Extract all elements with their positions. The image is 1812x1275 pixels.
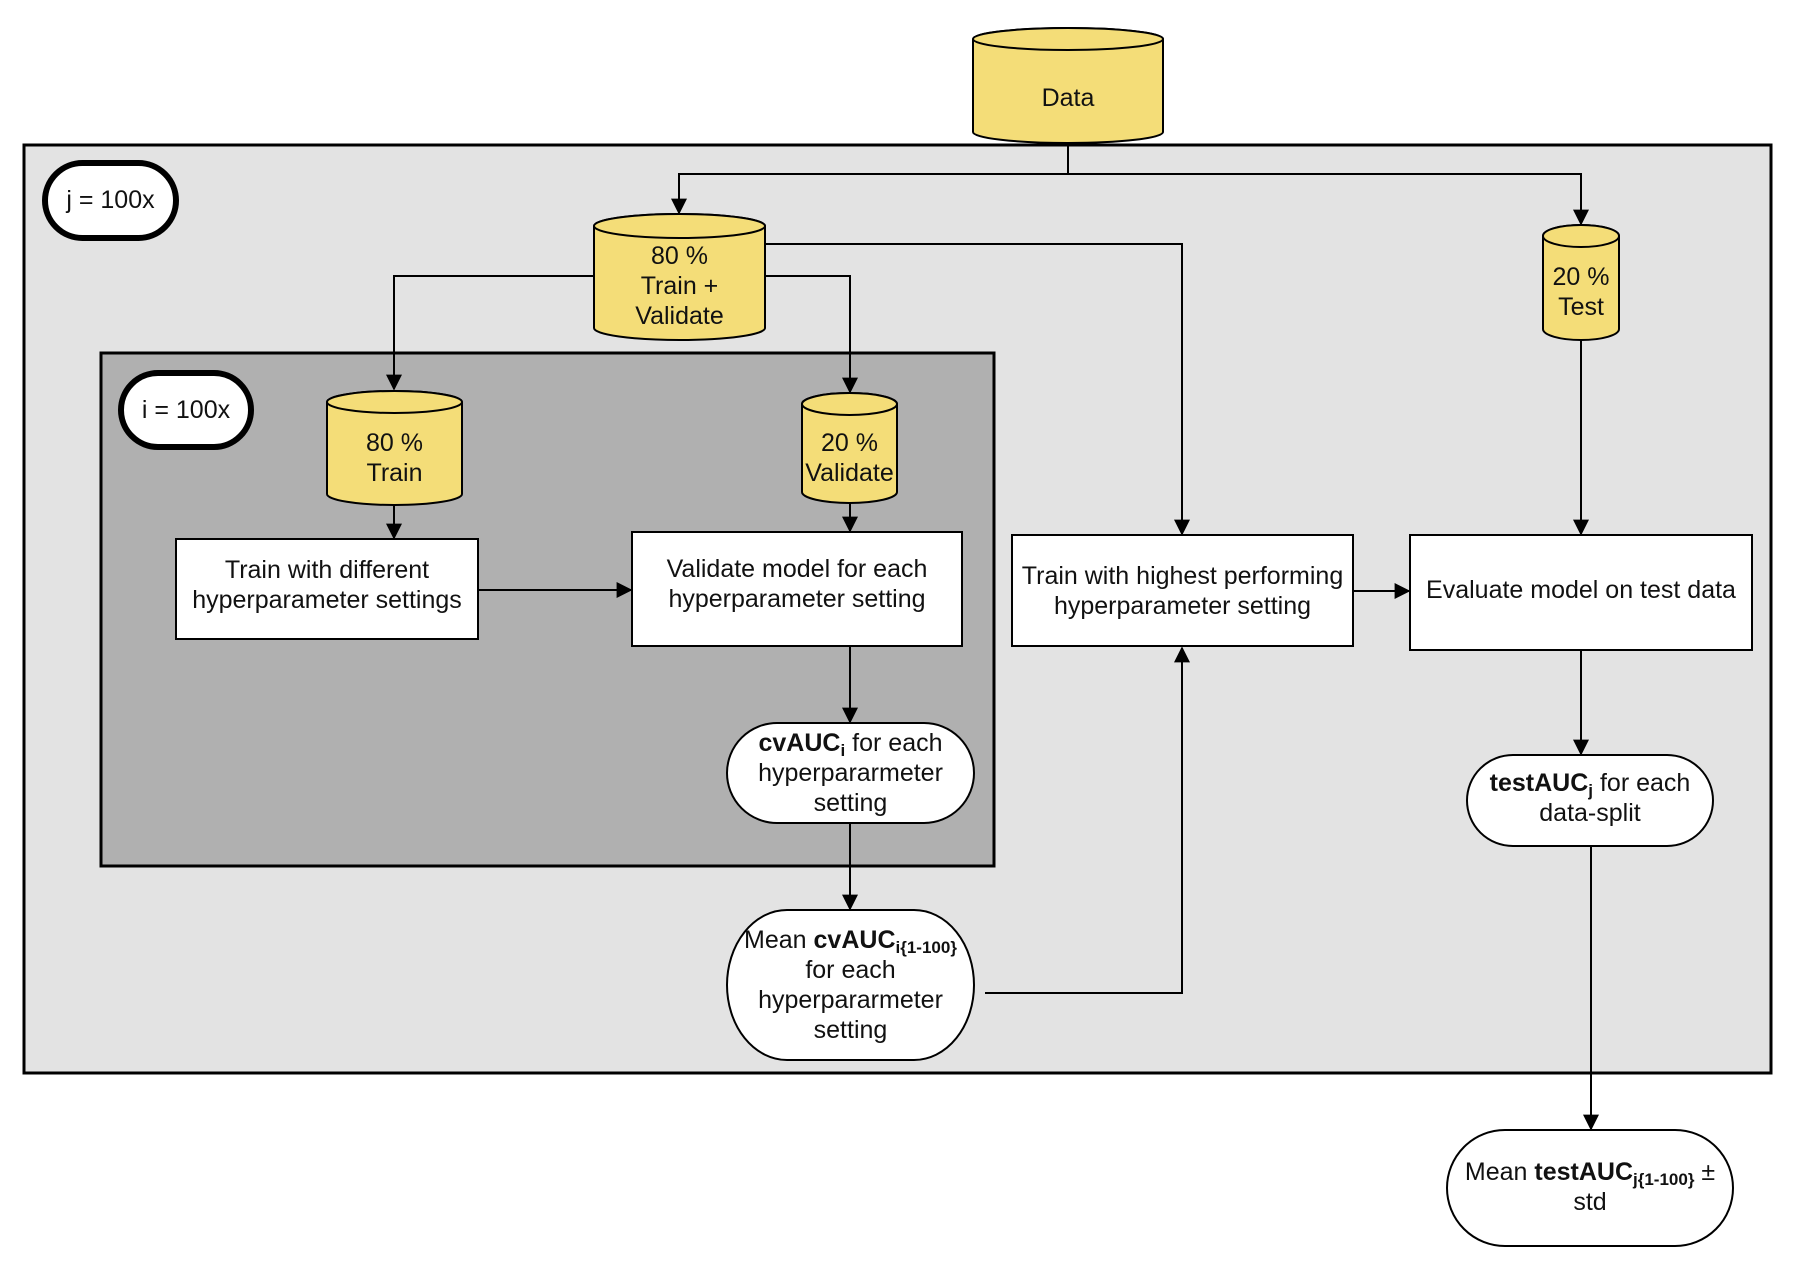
inner-loop-label-text: i = 100x — [141, 395, 231, 424]
train-store-cylinder[interactable] — [326, 390, 463, 506]
inner-loop-label: i = 100x — [118, 370, 254, 450]
cylinder-lid — [801, 392, 898, 416]
outer-loop-label-text: j = 100x — [66, 186, 155, 214]
outer-loop-label: j = 100x — [42, 160, 179, 241]
cylinder-lid — [1542, 224, 1620, 248]
validate-store-cylinder[interactable] — [801, 392, 898, 504]
mean-cv-auc-pill[interactable] — [726, 909, 975, 1061]
test-store-cylinder[interactable] — [1542, 224, 1620, 341]
cylinder-lid — [326, 390, 463, 414]
validate-each-box[interactable] — [631, 531, 963, 647]
evaluate-test-box[interactable] — [1409, 534, 1753, 651]
train-highest-box[interactable] — [1011, 534, 1354, 647]
cylinder-lid — [972, 27, 1164, 51]
train-validate-store-cylinder[interactable] — [593, 213, 766, 341]
mean-test-auc-pill[interactable] — [1446, 1129, 1734, 1247]
test-auc-pill[interactable] — [1466, 754, 1714, 847]
cylinder-lid — [593, 213, 766, 239]
train-different-box[interactable] — [175, 538, 479, 640]
cv-auc-pill[interactable] — [726, 722, 975, 824]
data-store-cylinder[interactable] — [972, 27, 1164, 144]
workflow-diagram — [22, 27, 1773, 1247]
